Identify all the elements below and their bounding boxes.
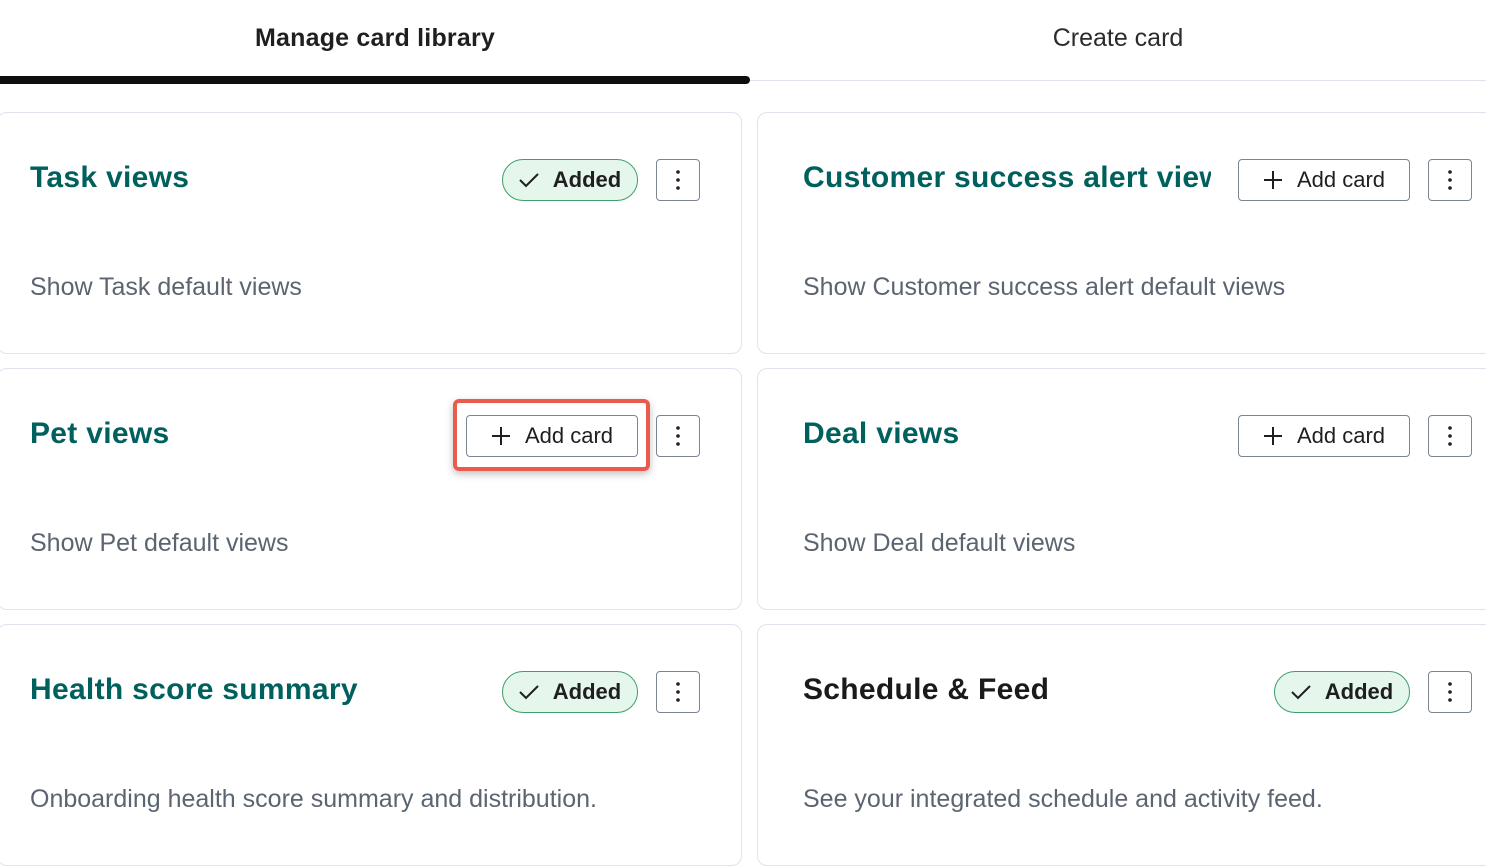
add-card-button[interactable]: Add card: [466, 415, 638, 457]
card-description: Show Pet default views: [30, 529, 289, 557]
added-label: Added: [1324, 679, 1394, 704]
more-vertical-icon: [675, 681, 681, 703]
card-description: See your integrated schedule and activit…: [803, 785, 1323, 813]
added-label: Added: [552, 167, 622, 192]
tab-divider: [750, 80, 1486, 81]
card-title: Task views: [30, 161, 190, 194]
card-title: Customer success alert views: [803, 161, 1211, 194]
add-card-button[interactable]: Add card: [1238, 159, 1410, 201]
card-description: Onboarding health score summary and dist…: [30, 785, 597, 813]
card-description: Show Customer success alert default view…: [803, 273, 1286, 301]
card-description: Show Task default views: [30, 273, 302, 301]
more-options-button[interactable]: [1428, 159, 1472, 201]
plus-icon: [491, 426, 511, 446]
card-title: Schedule & Feed: [803, 673, 1050, 706]
more-options-button[interactable]: [656, 671, 700, 713]
card-task-views: Task views Added Show Task default views: [0, 112, 742, 354]
add-card-button[interactable]: Add card: [1238, 415, 1410, 457]
add-card-label: Add card: [1296, 167, 1386, 192]
card-customer-success-alert-views: Customer success alert views Add card Sh…: [757, 112, 1486, 354]
card-description: Show Deal default views: [803, 529, 1076, 557]
card-title: Health score summary: [30, 673, 358, 706]
card-pet-views: Pet views Add card Show Pet default view…: [0, 368, 742, 610]
tab-bar: Manage card library Create card: [0, 0, 1486, 86]
add-card-label: Add card: [524, 423, 614, 448]
tab-manage-card-library[interactable]: Manage card library: [0, 0, 750, 86]
check-icon: [1291, 684, 1311, 700]
added-button[interactable]: Added: [502, 159, 638, 201]
added-button[interactable]: Added: [1274, 671, 1410, 713]
add-card-label: Add card: [1296, 423, 1386, 448]
more-options-button[interactable]: [656, 415, 700, 457]
plus-icon: [1263, 170, 1283, 190]
more-vertical-icon: [1447, 169, 1453, 191]
card-title: Pet views: [30, 417, 170, 450]
more-vertical-icon: [675, 425, 681, 447]
more-options-button[interactable]: [1428, 415, 1472, 457]
check-icon: [519, 172, 539, 188]
card-title: Deal views: [803, 417, 960, 450]
card-deal-views: Deal views Add card Show Deal default vi…: [757, 368, 1486, 610]
more-options-button[interactable]: [656, 159, 700, 201]
more-vertical-icon: [1447, 425, 1453, 447]
active-tab-indicator: [0, 76, 750, 84]
added-label: Added: [552, 679, 622, 704]
more-options-button[interactable]: [1428, 671, 1472, 713]
plus-icon: [1263, 426, 1283, 446]
more-vertical-icon: [675, 169, 681, 191]
card-health-score-summary: Health score summary Added Onboarding he…: [0, 624, 742, 866]
check-icon: [519, 684, 539, 700]
card-schedule-and-feed: Schedule & Feed Added See your integrate…: [757, 624, 1486, 866]
more-vertical-icon: [1447, 681, 1453, 703]
added-button[interactable]: Added: [502, 671, 638, 713]
tab-create-card[interactable]: Create card: [750, 0, 1486, 86]
